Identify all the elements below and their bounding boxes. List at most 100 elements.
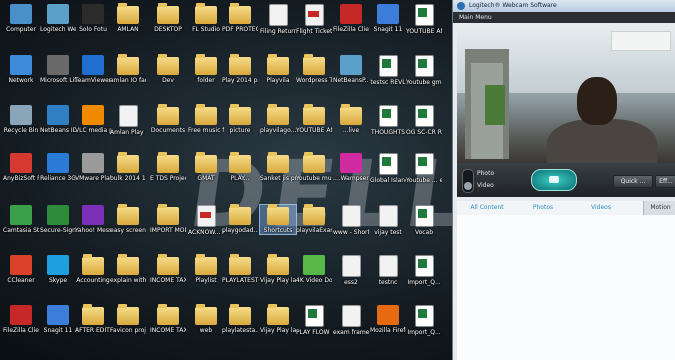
desktop-icon-vmware-player[interactable]: VMware Player <box>75 153 111 182</box>
desktop-icon-network[interactable]: Network <box>3 55 39 84</box>
desktop-icon-income-tax[interactable]: INCOME TAX <box>150 254 186 284</box>
desktop-icon-4k-video-downloader[interactable]: 4K Video Downloader <box>296 255 332 284</box>
desktop-icon-play-flow-logic-ne[interactable]: PLAY FLOW LOGIC ne... <box>296 305 332 336</box>
desktop-icon-after-editi[interactable]: AFTER EDITI... <box>75 304 111 334</box>
desktop-icon-computer[interactable]: Computer <box>3 4 39 33</box>
desktop-icon-live[interactable]: ...live <box>333 104 369 134</box>
desktop-icon-sanket-jis-proje[interactable]: Sanket jis proje... <box>260 152 296 182</box>
capture-button[interactable] <box>531 169 577 191</box>
desktop-icon-playvilaexam[interactable]: playvilaExam <box>296 204 332 234</box>
desktop-icon-wordpress-themes-pl[interactable]: Wordpress Themes,pl... <box>296 54 332 84</box>
desktop-icon-snagit-11[interactable]: Snagit 11 <box>370 4 406 33</box>
desktop-icon-testnc[interactable]: testnc <box>370 255 406 286</box>
desktop-icon-playgodad[interactable]: playgodad... <box>222 204 258 234</box>
icon-label: AFTER EDITI... <box>75 327 111 334</box>
effects-button[interactable]: Eff... <box>655 175 675 188</box>
desktop-icon-yahoo-messeng[interactable]: Yahoo! Messeng... <box>75 205 111 234</box>
window-titlebar[interactable]: Logitech® Webcam Software <box>453 0 675 12</box>
desktop-icon-playlatest[interactable]: PLAYLATEST <box>222 254 258 284</box>
desktop-icon-netbeansp-shortcut[interactable]: NetBeansP... - Shortcut <box>333 55 369 84</box>
desktop-icon-bulk-2014-15[interactable]: bulk 2014 15 <box>110 152 146 182</box>
icon-label: Flight Tickets <box>296 28 332 35</box>
desktop-icon-import-q[interactable]: Import_Q... <box>406 255 442 286</box>
desktop-icon-camtasia-studio-8[interactable]: Camtasia Studio 8 <box>3 205 39 234</box>
quick-capture-button[interactable]: Quick ... <box>613 175 653 188</box>
desktop-icon-web[interactable]: web <box>188 304 224 334</box>
desktop-icon-global-island-contacts[interactable]: Global Island... contacts... <box>370 153 406 184</box>
desktop-icon-recycle-bin[interactable]: Recycle Bin <box>3 105 39 134</box>
main-menu[interactable]: Main Menu <box>453 12 675 23</box>
desktop-icon-anybizsoft-pdf-con[interactable]: AnyBizSoft PDF Con... <box>3 153 39 182</box>
desktop-icon-pdf-protect[interactable]: PDF PROTECT <box>222 3 258 33</box>
icon-label: NetBeansP... - Shortcut <box>333 77 369 84</box>
desktop-icon-acknow-amlan-it[interactable]: ACKNOW... AMLAN IT... <box>188 205 224 236</box>
desktop-icon-youtube-amlan[interactable]: YOUTUBE AMLAN ... <box>406 4 442 35</box>
desktop-icon-gmat[interactable]: GMAT <box>188 152 224 182</box>
desktop-icon-wampserver[interactable]: ....Wampserver <box>333 153 369 182</box>
desktop-icon-income-tax-returns[interactable]: INCOME TAX RETURNS <box>150 304 186 334</box>
desktop-icon-import-module[interactable]: IMPORT MODULE <box>150 204 186 234</box>
desktop-icon-easy-screen-capture[interactable]: easy screen capture <box>110 204 146 234</box>
desktop-icon-accounting[interactable]: Accounting <box>75 254 111 284</box>
desktop-icon-teamviewer-8[interactable]: TeamViewer 8 <box>75 55 111 84</box>
desktop-icon-vijay-play-latest-copy[interactable]: Vijay Play latest copy <box>260 304 296 334</box>
desktop-icon-shortcuts[interactable]: Shortcuts <box>259 204 297 235</box>
desktop-icon-exam-framework[interactable]: exam framework... <box>333 305 369 336</box>
desktop-icon-documents[interactable]: Documents <box>150 104 186 134</box>
desktop-icon-playlatesta[interactable]: playlatesta... <box>222 304 258 334</box>
desktop-icon-vijay-play-latest[interactable]: Vijay Play latest <box>260 254 296 284</box>
desktop-icon-logitech-webca[interactable]: Logitech Webca... <box>40 4 76 33</box>
desktop-icon-snagit-11[interactable]: Snagit 11 <box>40 305 76 334</box>
desktop-icon-reliance-3g[interactable]: Reliance 3G <box>40 153 76 182</box>
desktop-icon-testsc-revl[interactable]: testsc REVL <box>370 55 406 86</box>
desktop-icon-thoughts[interactable]: THOUGHTS <box>370 105 406 136</box>
desktop-icon-picture[interactable]: picture <box>222 104 258 134</box>
desktop-icon-solo-fotu[interactable]: Solo Fotu <box>75 4 111 33</box>
desktop-icon-skype[interactable]: Skype <box>40 255 76 284</box>
desktop-icon-mozilla-firefox[interactable]: Mozilla Firefox <box>370 305 406 334</box>
desktop-icon-youtube-amlan[interactable]: YOUTUBE AMLAN <box>296 104 332 134</box>
desktop-icon-desktop[interactable]: DESKTOP <box>150 3 186 33</box>
desktop-icon-import-q[interactable]: Import_Q... <box>406 305 442 336</box>
desktop-icon-ccleaner[interactable]: CCleaner <box>3 255 39 284</box>
desktop-icon-vijay-test[interactable]: vijay test <box>370 205 406 236</box>
tab-motion[interactable]: Motion <box>643 201 675 215</box>
desktop-icon-vocab[interactable]: Vocab <box>406 205 442 236</box>
desktop-icon-ess2[interactable]: ess2 <box>333 255 369 286</box>
desktop-icon-play-2014-product[interactable]: Play 2014 product ... <box>222 54 258 84</box>
desktop-icon-filezilla-client[interactable]: FileZilla Client <box>3 305 39 334</box>
desktop-icon-netbeans-ide-7-3[interactable]: NetBeans IDE 7.3 <box>40 105 76 134</box>
tab-photos[interactable]: Photos <box>517 201 569 215</box>
desktop-icon-filezilla-client[interactable]: FileZilla Client <box>333 4 369 33</box>
desktop-icon-amlan-play-revise-code[interactable]: Amlan Play Revise code <box>110 105 146 136</box>
tab-videos[interactable]: Videos <box>575 201 627 215</box>
desktop-icon-og-sc-cr-rc-mix-impor[interactable]: OG SC-CR RC MIX IMPOR... <box>406 105 442 136</box>
desktop-icon-www-shortcut[interactable]: www - Shortcut <box>333 205 369 236</box>
desktop-icon-amlan-io-factory[interactable]: amlan IO factory <box>110 54 146 84</box>
icon-label: PDF PROTECT <box>222 26 258 33</box>
desktop-icon-amlan[interactable]: AMLAN <box>110 3 146 33</box>
desktop-icon-dev[interactable]: Dev <box>150 54 186 84</box>
desktop-icon-free-music-for-yt-videos[interactable]: Free music for YT videos <box>188 104 224 134</box>
photo-video-toggle[interactable] <box>462 169 474 193</box>
desktop-icon-filing-returns[interactable]: Filing Returns ... <box>260 4 296 35</box>
desktop-icon-youtube-gmat-tuts[interactable]: Youtube gmat tuts <box>406 55 442 86</box>
desktop-icon-play[interactable]: PLAY... <box>222 152 258 182</box>
tab-all-content[interactable]: All Content <box>461 201 513 215</box>
desktop-icon-playvila[interactable]: Playvila <box>260 54 296 84</box>
desktop-icon-explain-with-examples[interactable]: explain with examples <box>110 254 146 284</box>
desktop-icon-playlist[interactable]: Playlist <box>188 254 224 284</box>
icon-label: folder <box>197 77 215 84</box>
desktop-icon-favicon-proje[interactable]: Favicon proje... <box>110 304 146 334</box>
desktop-icon-fl-studio[interactable]: FL Studio <box>188 3 224 33</box>
desktop-icon-youtube-email[interactable]: Youtube ... email ... <box>406 153 442 184</box>
desktop-icon-microsoft-lifecam[interactable]: Microsoft LifeCam <box>40 55 76 84</box>
desktop-icon-flight-tickets[interactable]: Flight Tickets <box>296 4 332 35</box>
desktop-icon-e-tds-project[interactable]: E TDS Project <box>150 152 186 182</box>
main-menu-label[interactable]: Main Menu <box>459 12 492 23</box>
desktop-icon-folder[interactable]: folder <box>188 54 224 84</box>
desktop-icon-youtube-music[interactable]: Youtube music <box>296 152 332 182</box>
desktop-icon-playvilago[interactable]: playvilago... <box>260 104 296 134</box>
desktop-icon-vlc-media-player[interactable]: VLC media player <box>75 105 111 134</box>
desktop-icon-secure-sign[interactable]: Secure-Sign <box>40 205 76 234</box>
